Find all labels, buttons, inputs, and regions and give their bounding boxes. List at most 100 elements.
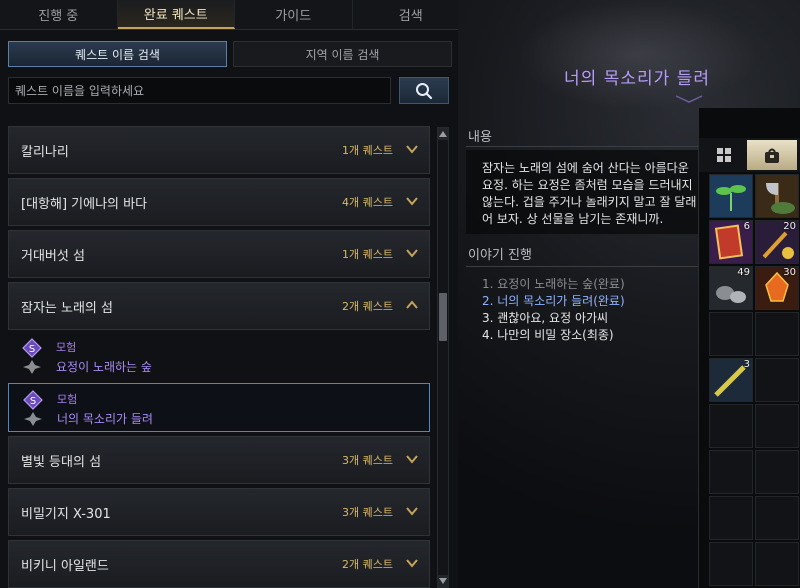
quest-name: 너의 목소리가 들려 [57,412,153,426]
tab-region-name-search[interactable]: 지역 이름 검색 [233,41,452,67]
adventure-quest-icon: S [23,390,43,410]
quest-count: 3개 퀘스트 [342,454,393,467]
category-row[interactable]: 비밀기지 X-301 3개 퀘스트 [8,488,430,536]
item-quantity: 49 [737,267,750,278]
inventory-tabs [699,138,800,172]
inventory-slot-empty[interactable] [709,542,753,586]
category-name: 별빛 등대의 섬 [21,454,102,470]
quest-type-label: 모험 [57,393,78,406]
quest-count: 3개 퀘스트 [342,506,393,519]
content-section-label: 내용 [468,130,492,145]
quest-count: 1개 퀘스트 [342,144,393,157]
item-quantity: 20 [783,221,796,232]
inventory-slot-empty[interactable] [755,358,799,402]
category-name: 비밀기지 X-301 [21,506,111,522]
chevron-down-icon [406,559,418,568]
story-step: 2. 너의 목소리가 들려(완료) [482,294,625,308]
inventory-slot[interactable]: 49 [709,266,753,310]
inventory-tab-bag[interactable] [747,140,797,170]
svg-text:S: S [30,396,36,407]
scroll-up-button[interactable] [438,128,448,140]
completed-star-icon [24,412,42,426]
section-divider [466,146,698,147]
story-progress-list: 1. 요정이 노래하는 숲(완료) 2. 너의 목소리가 들려(완료) 3. 괜… [482,276,625,344]
quest-list-item-selected[interactable]: S 모험 너의 목소리가 들려 [8,383,430,432]
title-divider-ornament [675,95,703,103]
chevron-down-icon [406,249,418,258]
search-icon [416,82,433,99]
quest-count: 2개 퀘스트 [342,300,393,313]
search-mode-tabs: 퀘스트 이름 검색 지역 이름 검색 [8,41,452,67]
chevron-down-icon [406,455,418,464]
category-row[interactable]: 칼리나리 1개 퀘스트 [8,126,430,174]
story-step: 1. 요정이 노래하는 숲(완료) [482,277,625,291]
category-row[interactable]: 별빛 등대의 섬 3개 퀘스트 [8,436,430,484]
inventory-slot[interactable] [709,174,753,218]
tab-search[interactable]: 검색 [353,0,470,29]
inventory-slot-empty[interactable] [755,496,799,540]
inventory-slot-empty[interactable] [755,404,799,448]
inventory-slot-empty[interactable] [709,312,753,356]
quest-list-item[interactable]: S 모험 요정이 노래하는 숲 [8,332,430,381]
quest-detail-title: 너의 목소리가 들려 [564,69,710,89]
svg-text:S: S [29,344,35,355]
tab-in-progress[interactable]: 진행 중 [0,0,118,29]
story-step: 4. 나만의 비밀 장소(최종) [482,328,614,342]
triangle-up-icon [439,131,447,137]
chevron-up-icon [406,300,418,309]
inventory-slot-empty[interactable] [709,496,753,540]
bag-icon [765,148,779,163]
item-quantity: 30 [783,267,796,278]
item-quantity: 6 [743,221,750,232]
chevron-down-icon [406,197,418,206]
tab-guide[interactable]: 가이드 [235,0,353,29]
category-row-expanded[interactable]: 잠자는 노래의 섬 2개 퀘스트 [8,282,430,330]
story-step: 3. 괜찮아요, 요정 아가씨 [482,311,609,325]
item-quantity: 3 [743,359,750,370]
inventory-slot-empty[interactable] [755,450,799,494]
inventory-slot[interactable]: 3 [709,358,753,402]
grid-icon [717,148,731,162]
category-name: 비키니 아일랜드 [21,558,109,574]
story-section-label: 이야기 진행 [468,248,532,263]
inventory-slot[interactable]: 6 [709,220,753,264]
quest-search-input[interactable] [8,77,391,104]
quest-count: 4개 퀘스트 [342,196,393,209]
category-row[interactable]: 거대버섯 섬 1개 퀘스트 [8,230,430,278]
title-ornament [518,0,758,110]
triangle-down-icon [439,578,447,584]
search-button[interactable] [399,77,449,104]
scroll-down-button[interactable] [438,575,448,587]
sprout-icon [710,175,752,217]
quest-list-scrollbar[interactable] [437,127,449,588]
category-name: [대항해] 기에나의 바다 [21,196,148,212]
inventory-slot-empty[interactable] [709,450,753,494]
quest-type-label: 모험 [56,341,77,354]
axe-icon [756,175,798,217]
quest-list-panel: 퀘스트 이름 검색 지역 이름 검색 칼리나리 1개 퀘스트 [대항해] 기에나… [0,30,458,588]
tab-completed-quests[interactable]: 완료 퀘스트 [117,0,235,29]
chevron-down-icon [406,507,418,516]
inventory-slot[interactable]: 20 [755,220,799,264]
inventory-tab-grid[interactable] [709,140,739,170]
inventory-panel: 6 20 49 30 3 [698,108,800,588]
quest-description: 잠자는 노래의 섬에 숨어 산다는 아름다운 요정. 하는 요정은 좀처럼 모습… [482,161,697,226]
top-tab-bar: 진행 중 완료 퀘스트 가이드 검색 [0,0,470,30]
category-name: 칼리나리 [21,144,69,160]
scroll-thumb[interactable] [439,293,447,341]
completed-star-icon [23,360,41,374]
tab-quest-name-search[interactable]: 퀘스트 이름 검색 [8,41,227,67]
adventure-quest-icon: S [22,338,42,358]
inventory-slot-empty[interactable] [755,312,799,356]
inventory-slot-empty[interactable] [709,404,753,448]
quest-count: 2개 퀘스트 [342,558,393,571]
inventory-slot[interactable] [755,174,799,218]
inventory-slot-empty[interactable] [755,542,799,586]
inventory-slot[interactable]: 30 [755,266,799,310]
category-row[interactable]: [대항해] 기에나의 바다 4개 퀘스트 [8,178,430,226]
category-name: 잠자는 노래의 섬 [21,300,113,316]
category-name: 거대버섯 섬 [21,248,85,264]
chevron-down-icon [406,145,418,154]
quest-count: 1개 퀘스트 [342,248,393,261]
category-row[interactable]: 비키니 아일랜드 2개 퀘스트 [8,540,430,588]
